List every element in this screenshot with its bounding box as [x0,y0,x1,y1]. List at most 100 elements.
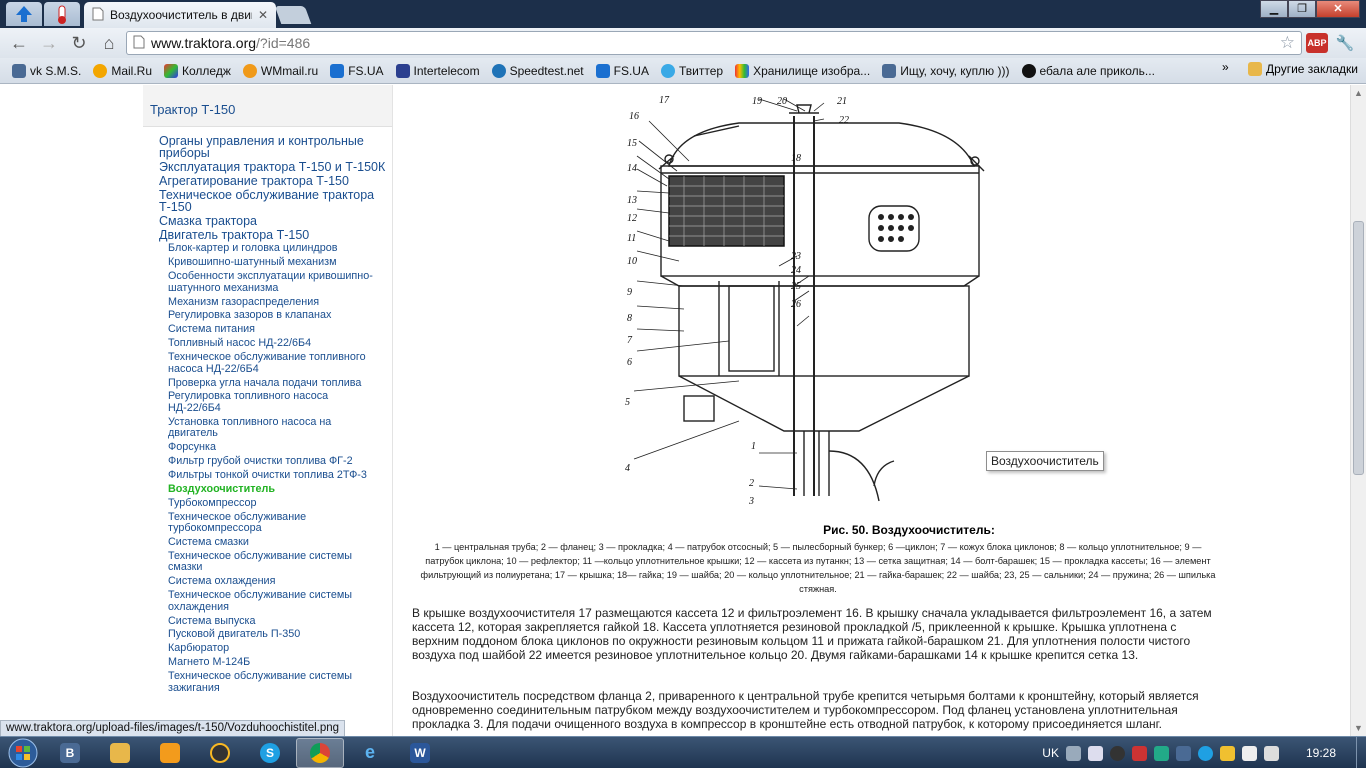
aimp-icon [210,742,230,763]
start-button[interactable] [0,737,46,768]
bookmarks-bar: vk S.M.S. Mail.Ru Колледж WMmail.ru FS.U… [0,58,1366,84]
bookmarks-overflow-button[interactable]: » [1222,60,1229,74]
sidebar-header[interactable]: Трактор Т-150 [143,85,392,127]
bookmark-twitter[interactable]: Твиттер [655,63,729,78]
forward-button[interactable]: → [36,31,62,55]
flag-icon[interactable] [1241,745,1257,761]
menu-item-lubrication[interactable]: Смазка трактора [159,215,387,228]
other-bookmarks[interactable]: Другие закладки [1248,62,1358,76]
bookmark-mailru[interactable]: Mail.Ru [87,63,158,78]
clock[interactable]: 19:28 [1306,746,1336,760]
taskbar-explorer[interactable] [96,738,144,768]
bookmark-fsua-1[interactable]: FS.UA [324,63,389,78]
chrome-icon [310,742,330,763]
menu-item-controls[interactable]: Органы управления и контрольные приборы [159,135,387,160]
submenu-item[interactable]: Карбюратор [168,643,378,655]
submenu-item[interactable]: Механизм газораспределения [168,296,378,309]
menu-item-aggregation[interactable]: Агрегатирование трактора Т-150 [159,175,387,188]
submenu-item[interactable]: Блок-картер и головка цилиндров [168,243,378,255]
steam-icon[interactable] [1109,745,1125,761]
submenu-item[interactable]: Техническое обслуживание системы смазки [168,550,378,574]
scroll-up-icon[interactable]: ▲ [1354,88,1363,98]
maximize-button[interactable]: ❐ [1288,0,1316,18]
submenu-item[interactable]: Проверка угла начала подачи топлива [168,377,378,390]
air-cleaner-diagram[interactable]: 17 16 15 14 13 12 11 10 9 8 7 6 5 4 19 2… [619,91,1019,511]
scroll-down-icon[interactable]: ▼ [1354,723,1363,733]
submenu-item[interactable]: Техническое обслуживание системы зажиган… [168,670,378,694]
tab-close-icon[interactable]: ✕ [258,8,268,22]
submenu-item-active[interactable]: Воздухоочиститель [168,483,378,496]
back-button[interactable]: ← [6,31,32,55]
tray-app-icon[interactable] [1219,745,1235,761]
submenu-item[interactable]: Система выпуска [168,615,378,628]
tray-app-icon[interactable] [1153,745,1169,761]
language-indicator[interactable]: UK [1042,746,1059,760]
submenu-item[interactable]: Система питания [168,324,378,336]
bookmark-image-storage[interactable]: Хранилище изобра... [729,63,876,78]
network-icon[interactable] [1087,745,1103,761]
submenu-item[interactable]: Особенности эксплуатации кривошипно-шату… [168,270,378,294]
submenu-item[interactable]: Кривошипно-шатунный механизм [168,257,378,269]
taskbar-skype[interactable]: S [246,738,294,768]
bookmark-intertelecom[interactable]: Intertelecom [390,63,486,78]
submenu-item[interactable]: Система охлаждения [168,576,378,588]
submenu-item[interactable]: Система смазки [168,537,378,549]
submenu-item[interactable]: Техническое обслуживание турбокомпрессор… [168,511,378,535]
taskbar-word[interactable]: W [396,738,444,768]
bookmark-star-icon[interactable]: ☆ [1280,33,1295,53]
bookmark-speedtest[interactable]: Speedtest.net [486,63,590,78]
address-bar[interactable]: www.traktora.org/?id=486 ☆ [126,31,1302,55]
bookmark-funny[interactable]: ебала але приколь... [1016,63,1161,78]
scrollbar-thumb[interactable] [1353,221,1364,475]
wrench-menu-icon[interactable]: 🔧 [1332,31,1358,55]
menu-item-operation[interactable]: Эксплуатация трактора Т-150 и Т-150К [159,161,387,174]
adblock-plus-icon[interactable]: ABP [1306,33,1328,53]
reload-button[interactable]: ↻ [66,31,92,55]
submenu-item[interactable]: Фильтры тонкой очистки топлива 2ТФ-3 [168,469,378,482]
minimize-button[interactable]: ▁ [1260,0,1288,18]
submenu-item[interactable]: Регулировка топливного насоса НД-22/6Б4 [168,391,378,414]
submenu-item[interactable]: Техническое обслуживание системы охлажде… [168,589,378,613]
submenu-item[interactable]: Топливный насос НД-22/6Б4 [168,338,378,350]
menu-item-engine[interactable]: Двигатель трактора Т-150 [159,229,387,242]
bookmark-wmmail[interactable]: WMmail.ru [237,63,324,78]
page-icon [133,35,145,52]
wmmail-icon [242,63,257,78]
submenu-item[interactable]: Установка топливного насоса на двигатель [168,416,378,440]
taskbar-ie[interactable]: e [346,738,394,768]
menu-item-maintenance[interactable]: Техническое обслуживание трактора Т-150 [159,189,387,214]
submenu-item[interactable]: Форсунка [168,442,378,454]
pinned-tab-1[interactable] [6,2,42,26]
skype-tray-icon[interactable] [1197,745,1213,761]
tab-active[interactable]: Воздухоочиститель в двиг ✕ [84,2,276,28]
bookmark-search-buy[interactable]: Ищу, хочу, куплю ))) [876,63,1015,78]
submenu-item[interactable]: Регулировка зазоров в клапанах [168,310,378,322]
taskbar-app-b[interactable]: B [46,738,94,768]
figure-label: 26 [791,299,801,310]
show-desktop-button[interactable] [1356,737,1366,768]
submenu-item[interactable]: Магнето М-124Б [168,657,378,669]
volume-icon[interactable] [1263,745,1279,761]
keyboard-icon[interactable] [1065,745,1081,761]
home-button[interactable]: ⌂ [96,31,122,55]
new-tab-button[interactable] [274,6,312,24]
submenu-item[interactable]: Фильтр грубой очистки топлива ФГ-2 [168,456,378,468]
close-button[interactable]: ✕ [1316,0,1360,18]
vertical-scrollbar[interactable]: ▲ ▼ [1350,85,1366,736]
home-icon: ⌂ [103,32,115,53]
bookmark-fsua-2[interactable]: FS.UA [590,63,655,78]
figure-label: 25 [791,281,801,292]
bookmark-college[interactable]: Колледж [158,63,237,78]
tray-app-icon[interactable] [1131,745,1147,761]
taskbar-chrome[interactable] [296,737,344,768]
page-doc-icon [92,7,104,24]
taskbar-aimp[interactable] [196,738,244,768]
taskbar-media[interactable] [146,738,194,768]
submenu-item[interactable]: Техническое обслуживание топливного насо… [168,351,378,375]
tray-b-icon[interactable] [1175,745,1191,761]
bookmark-vk[interactable]: vk S.M.S. [6,63,87,78]
figure-label: 20 [777,96,787,107]
submenu-item[interactable]: Пусковой двигатель П-350 [168,629,378,641]
submenu-item[interactable]: Турбокомпрессор [168,497,378,510]
pinned-tab-2[interactable] [44,2,80,26]
